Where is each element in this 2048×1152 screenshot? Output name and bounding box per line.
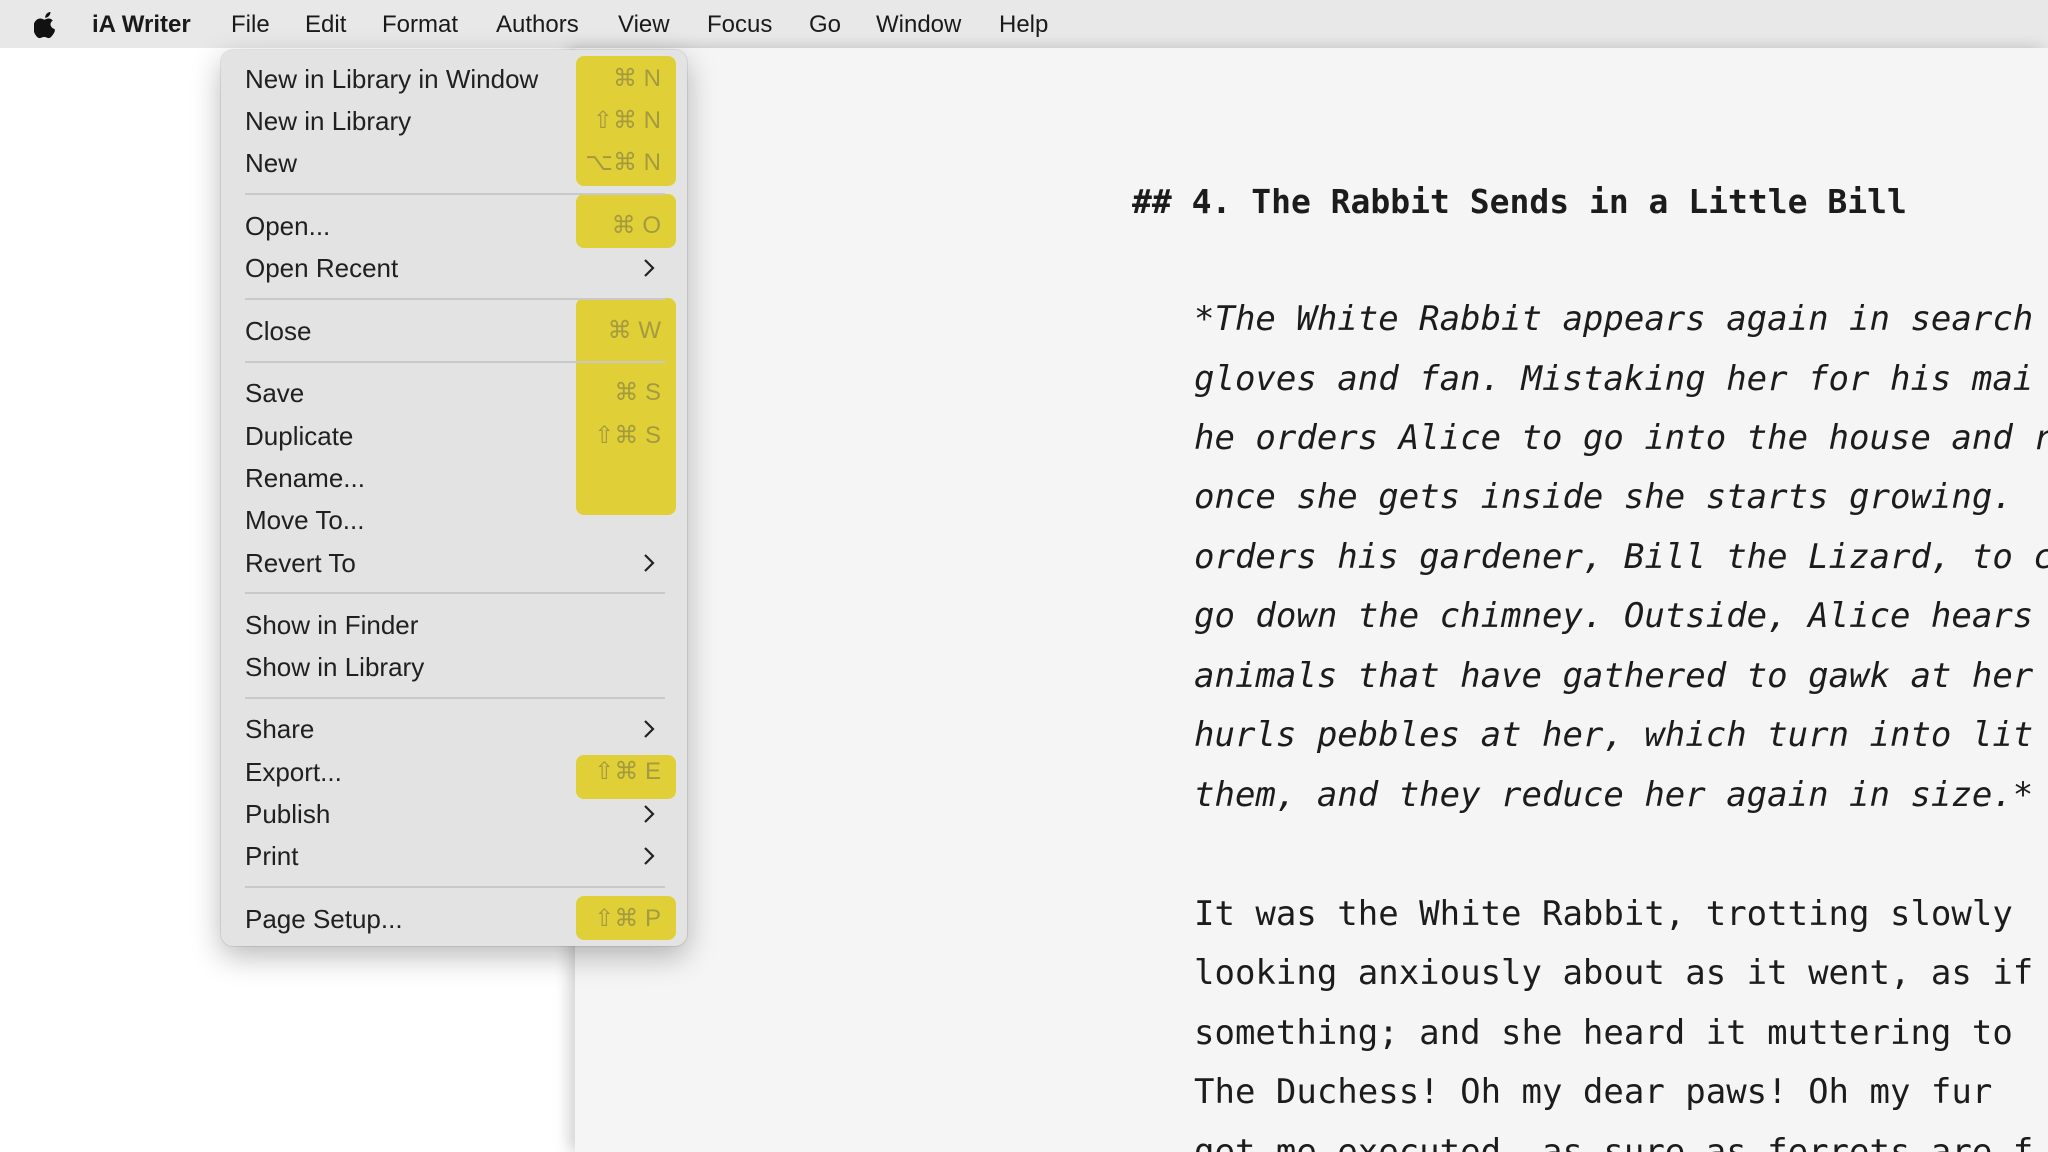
menu-item-shortcut: ⇧⌘ N bbox=[592, 107, 661, 134]
document-heading: ## 4. The Rabbit Sends in a Little Bill bbox=[1132, 182, 1907, 221]
menu-file[interactable]: File bbox=[231, 0, 270, 48]
menu-item-shortcut: ⇧⌘ E bbox=[594, 758, 661, 785]
menu-window[interactable]: Window bbox=[876, 0, 961, 48]
file-menu: New in Library in Window ⌘ N New in Libr… bbox=[221, 50, 687, 946]
menu-ia-writer[interactable]: iA Writer bbox=[92, 0, 191, 48]
menu-help[interactable]: Help bbox=[999, 0, 1048, 48]
summary-line: hurls pebbles at her, which turn into li… bbox=[1194, 715, 2034, 755]
chevron-right-icon bbox=[644, 259, 655, 277]
menu-edit[interactable]: Edit bbox=[305, 0, 346, 48]
menu-item-label: Close bbox=[245, 316, 312, 346]
menu-bar: iA Writer File Edit Format Authors View … bbox=[0, 0, 2048, 49]
menu-separator bbox=[245, 298, 665, 300]
menu-item-show-in-library[interactable]: Show in Library bbox=[245, 647, 665, 687]
menu-item-shortcut: ⌘ O bbox=[611, 212, 661, 239]
summary-line: gloves and fan. Mistaking her for his ma… bbox=[1194, 359, 2034, 399]
body-line: It was the White Rabbit, trotting slowly bbox=[1194, 894, 2013, 934]
summary-line: go down the chimney. Outside, Alice hear… bbox=[1194, 596, 2034, 636]
menu-focus[interactable]: Focus bbox=[707, 0, 772, 48]
menu-item-new[interactable]: New ⌥⌘ N bbox=[245, 143, 665, 183]
menu-view[interactable]: View bbox=[618, 0, 670, 48]
menu-item-label: Move To... bbox=[245, 505, 365, 535]
menu-item-open-recent[interactable]: Open Recent bbox=[245, 248, 665, 288]
menu-item-shortcut: ⌥⌘ N bbox=[585, 149, 661, 176]
menu-item-label: Show in Finder bbox=[245, 610, 419, 640]
menu-item-label: Page Setup... bbox=[245, 904, 403, 934]
document-editor[interactable]: ## 4. The Rabbit Sends in a Little Bill … bbox=[575, 48, 2048, 1152]
menu-item-label: Print bbox=[245, 841, 299, 871]
menu-item-rename[interactable]: Rename... bbox=[245, 458, 665, 498]
chevron-right-icon bbox=[644, 847, 655, 865]
body-line: looking anxiously about as it went, as i… bbox=[1194, 953, 2034, 993]
summary-line: animals that have gathered to gawk at he… bbox=[1194, 656, 2034, 696]
menu-item-label: New in Library bbox=[245, 106, 412, 136]
menu-authors[interactable]: Authors bbox=[496, 0, 579, 48]
chevron-right-icon bbox=[644, 720, 655, 738]
menu-item-label: Open Recent bbox=[245, 253, 399, 283]
menu-item-label: New in Library in Window bbox=[245, 64, 539, 94]
menu-item-label: Revert To bbox=[245, 548, 356, 578]
menu-separator bbox=[245, 193, 665, 195]
menu-item-label: Rename... bbox=[245, 463, 365, 493]
chevron-right-icon bbox=[644, 554, 655, 572]
menu-item-label: New bbox=[245, 148, 298, 178]
chevron-right-icon bbox=[644, 805, 655, 823]
menu-separator bbox=[245, 886, 665, 888]
apple-icon[interactable] bbox=[34, 11, 58, 39]
menu-item-publish[interactable]: Publish bbox=[245, 794, 665, 834]
menu-item-print[interactable]: Print bbox=[245, 836, 665, 876]
menu-item-shortcut: ⌘ N bbox=[613, 65, 661, 92]
menu-item-label: Open... bbox=[245, 211, 331, 241]
menu-item-open[interactable]: Open... ⌘ O bbox=[245, 206, 665, 246]
menu-item-label: Show in Library bbox=[245, 652, 425, 682]
menu-item-shortcut: ⌘ S bbox=[614, 379, 661, 406]
menu-separator bbox=[245, 697, 665, 699]
menu-item-shortcut: ⇧⌘ S bbox=[594, 422, 661, 449]
menu-item-move-to[interactable]: Move To... bbox=[245, 500, 665, 540]
menu-format[interactable]: Format bbox=[382, 0, 458, 48]
summary-line: orders his gardener, Bill the Lizard, to… bbox=[1194, 537, 2048, 577]
menu-item-show-in-finder[interactable]: Show in Finder bbox=[245, 605, 665, 645]
menu-item-new-in-library-in-window[interactable]: New in Library in Window ⌘ N bbox=[245, 59, 665, 99]
menu-item-new-in-library[interactable]: New in Library ⇧⌘ N bbox=[245, 101, 665, 141]
menu-item-shortcut: ⌘ W bbox=[607, 317, 661, 344]
menu-item-label: Publish bbox=[245, 799, 331, 829]
menu-item-label: Export... bbox=[245, 757, 342, 787]
menu-item-share[interactable]: Share bbox=[245, 709, 665, 749]
body-line: The Duchess! Oh my dear paws! Oh my fur bbox=[1194, 1072, 1993, 1112]
menu-item-duplicate[interactable]: Duplicate ⇧⌘ S bbox=[245, 416, 665, 456]
menu-go[interactable]: Go bbox=[809, 0, 841, 48]
menu-item-revert-to[interactable]: Revert To bbox=[245, 543, 665, 583]
menu-item-shortcut: ⇧⌘ P bbox=[594, 905, 661, 932]
body-line: something; and she heard it muttering to bbox=[1194, 1013, 2013, 1053]
menu-item-label: Duplicate bbox=[245, 421, 354, 451]
menu-item-page-setup[interactable]: Page Setup... ⇧⌘ P bbox=[245, 899, 665, 939]
menu-item-save[interactable]: Save ⌘ S bbox=[245, 373, 665, 413]
summary-line: them, and they reduce her again in size.… bbox=[1194, 775, 2034, 815]
summary-line: once she gets inside she starts growing. bbox=[1194, 477, 2013, 517]
menu-item-close[interactable]: Close ⌘ W bbox=[245, 311, 665, 351]
summary-line: *The White Rabbit appears again in searc… bbox=[1194, 299, 2034, 339]
menu-separator bbox=[245, 361, 665, 363]
menu-item-label: Save bbox=[245, 378, 305, 408]
menu-item-label: Share bbox=[245, 714, 315, 744]
summary-line: he orders Alice to go into the house and… bbox=[1194, 418, 2048, 458]
body-line: get me executed, as sure as ferrets are … bbox=[1194, 1132, 2034, 1152]
menu-item-export[interactable]: Export... ⇧⌘ E bbox=[245, 752, 665, 792]
menu-separator bbox=[245, 592, 665, 594]
